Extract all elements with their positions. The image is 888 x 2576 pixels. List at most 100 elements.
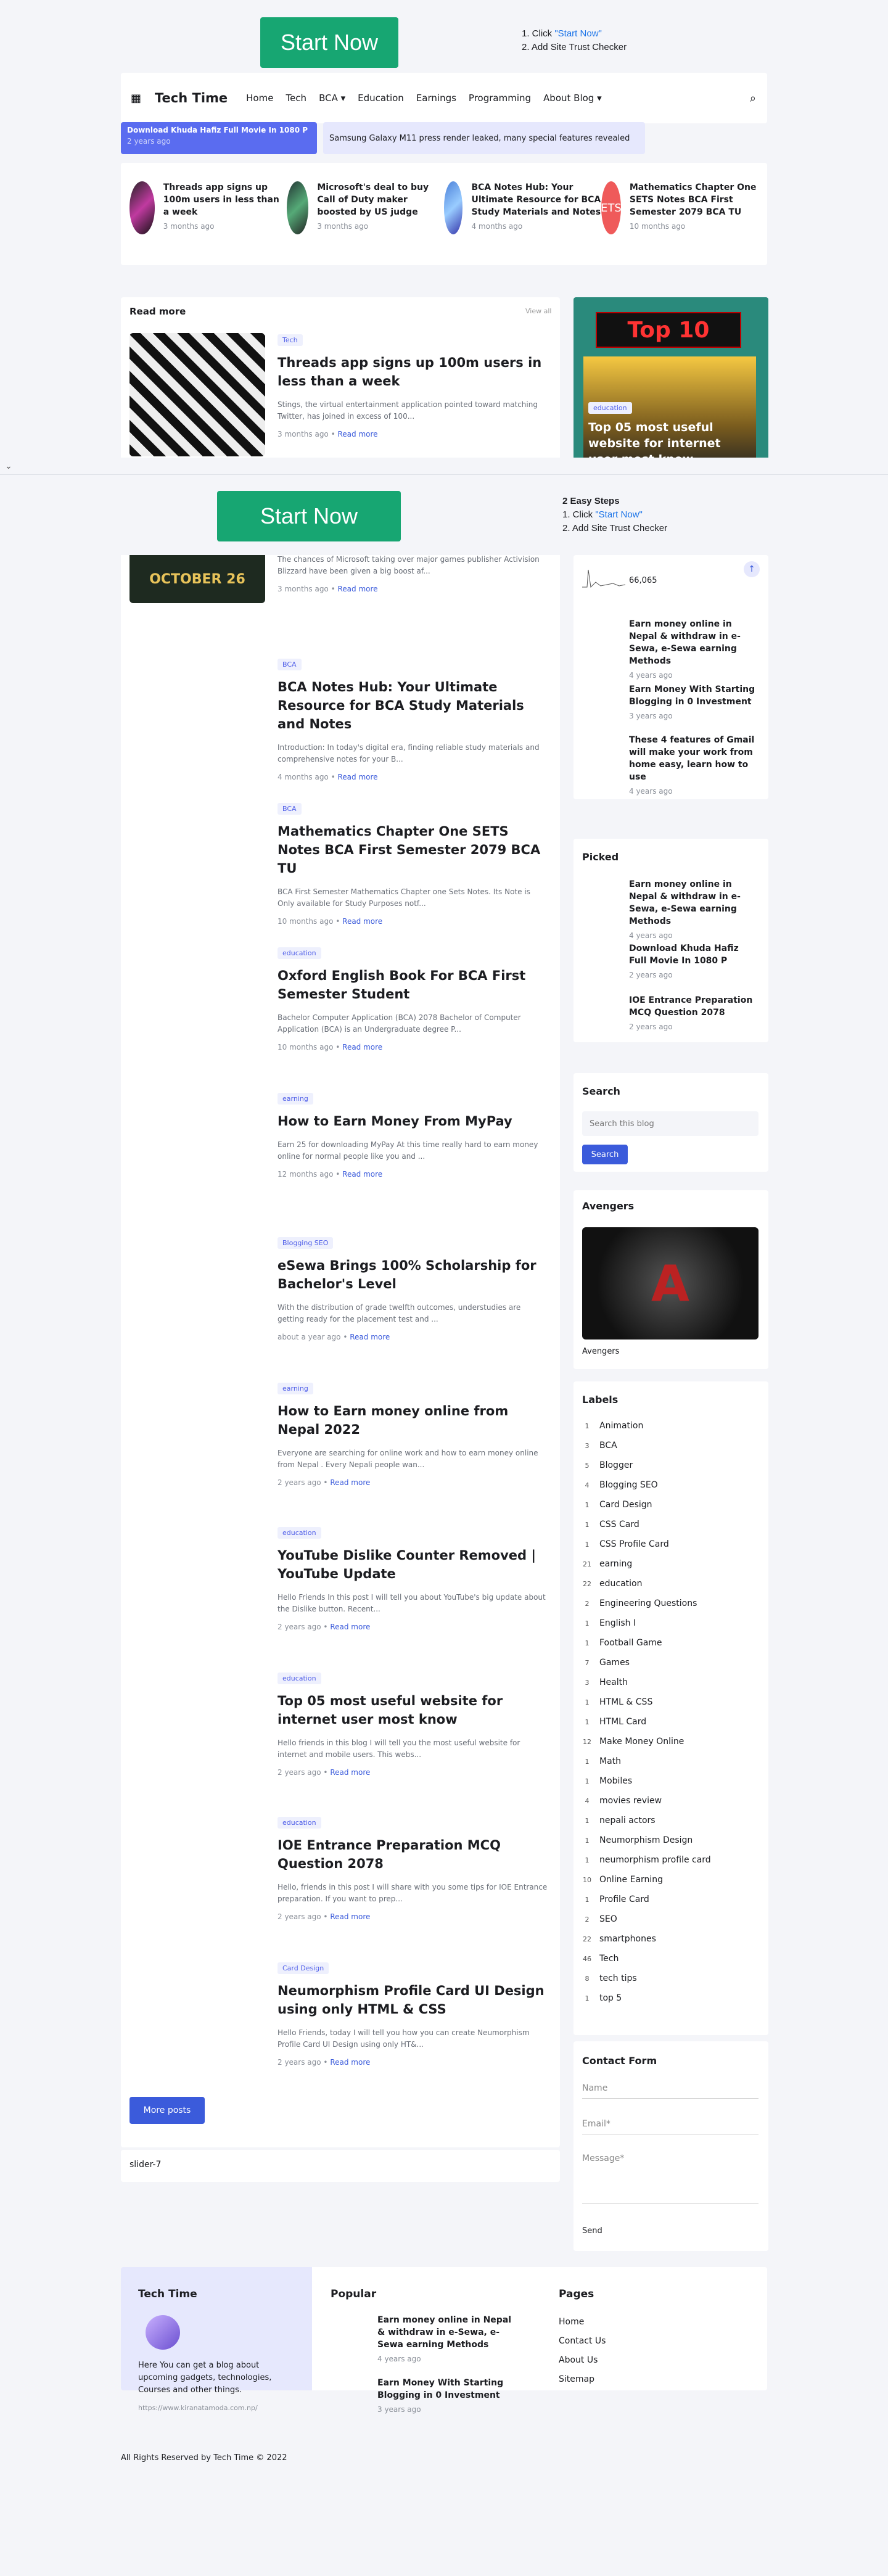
post-tag[interactable]: education bbox=[278, 1527, 321, 1539]
label-name[interactable]: Blogger bbox=[599, 1460, 633, 1470]
label-name[interactable]: Engineering Questions bbox=[599, 1599, 697, 1608]
read-more-link[interactable]: Read more bbox=[338, 585, 378, 593]
post-tag[interactable]: education bbox=[278, 947, 321, 959]
label-name[interactable]: CSS Profile Card bbox=[599, 1539, 669, 1549]
footer-popular-item[interactable]: Earn money online in Nepal & withdraw in… bbox=[377, 2314, 513, 2363]
label-item[interactable]: 1 nepali actors bbox=[582, 1811, 711, 1830]
label-name[interactable]: nepali actors bbox=[599, 1816, 656, 1825]
label-item[interactable]: 12 Make Money Online bbox=[582, 1732, 711, 1751]
menu-item-bca[interactable]: BCA ▾ bbox=[319, 93, 345, 104]
label-name[interactable]: tech tips bbox=[599, 1973, 637, 1983]
footer-url[interactable]: https://www.kiranatamoda.com.np/ bbox=[138, 2404, 258, 2412]
search-button[interactable]: Search bbox=[582, 1145, 628, 1164]
read-more-link[interactable]: Read more bbox=[338, 430, 378, 438]
label-name[interactable]: Animation bbox=[599, 1421, 643, 1431]
post-thumbnail[interactable]: OCTOBER 26 bbox=[130, 555, 265, 603]
post-title[interactable]: IOE Entrance Preparation MCQ Question 20… bbox=[278, 1836, 549, 1873]
label-item[interactable]: 1 CSS Profile Card bbox=[582, 1534, 711, 1554]
post-tag[interactable]: BCA bbox=[278, 803, 302, 815]
label-item[interactable]: 7 Games bbox=[582, 1653, 711, 1673]
post-title[interactable]: Threads app signs up 100m users in less … bbox=[278, 353, 549, 390]
label-item[interactable]: 1 HTML & CSS bbox=[582, 1692, 711, 1712]
menu-item-education[interactable]: Education bbox=[358, 93, 404, 104]
post-title[interactable]: Neumorphism Profile Card UI Design using… bbox=[278, 1981, 549, 2018]
label-name[interactable]: HTML Card bbox=[599, 1717, 646, 1727]
label-name[interactable]: Math bbox=[599, 1756, 621, 1766]
label-item[interactable]: 22 education bbox=[582, 1574, 711, 1594]
featured-item[interactable]: BCA Notes Hub: Your Ultimate Resource fo… bbox=[444, 181, 601, 247]
picked-item[interactable]: Earn money online in Nepal & withdraw in… bbox=[629, 878, 758, 940]
read-more-link[interactable]: Read more bbox=[342, 917, 382, 926]
popular-item[interactable]: Earn Money With Starting Blogging in 0 I… bbox=[629, 683, 758, 720]
search-input[interactable] bbox=[582, 1111, 758, 1136]
read-more-link[interactable]: Read more bbox=[330, 1912, 370, 1921]
hero-tag[interactable]: education bbox=[588, 402, 632, 414]
label-item[interactable]: 8 tech tips bbox=[582, 1969, 711, 1988]
footer-link-sitemap[interactable]: Sitemap bbox=[559, 2370, 606, 2389]
post-title[interactable]: How to Earn money online from Nepal 2022 bbox=[278, 1402, 549, 1439]
footer-link-contact[interactable]: Contact Us bbox=[559, 2332, 606, 2351]
label-item[interactable]: 1 Neumorphism Design bbox=[582, 1830, 711, 1850]
read-more-link[interactable]: Read more bbox=[330, 1478, 370, 1487]
label-item[interactable]: 1 CSS Card bbox=[582, 1515, 711, 1534]
label-item[interactable]: 4 Blogging SEO bbox=[582, 1475, 711, 1495]
label-item[interactable]: 5 Blogger bbox=[582, 1455, 711, 1475]
read-more-link[interactable]: Read more bbox=[330, 2058, 370, 2067]
read-more-link[interactable]: Read more bbox=[330, 1623, 370, 1631]
label-item[interactable]: 1 Math bbox=[582, 1751, 711, 1771]
footer-popular-item[interactable]: Earn Money With Starting Blogging in 0 I… bbox=[377, 2377, 513, 2414]
label-name[interactable]: smartphones bbox=[599, 1934, 656, 1944]
label-name[interactable]: Health bbox=[599, 1677, 628, 1687]
label-name[interactable]: Profile Card bbox=[599, 1895, 649, 1904]
read-more-link[interactable]: Read more bbox=[338, 773, 378, 781]
label-item[interactable]: 2 Engineering Questions bbox=[582, 1594, 711, 1613]
featured-item[interactable]: ETS Mathematics Chapter One SETS Notes B… bbox=[601, 181, 758, 247]
label-item[interactable]: 1 English I bbox=[582, 1613, 711, 1633]
menu-item-home[interactable]: Home bbox=[246, 93, 273, 104]
site-logo[interactable]: Tech Time bbox=[155, 91, 228, 105]
info-icon[interactable]: ↑ bbox=[744, 561, 760, 577]
popular-item[interactable]: Earn money online in Nepal & withdraw in… bbox=[629, 618, 758, 680]
read-more-link[interactable]: Read more bbox=[330, 1768, 370, 1777]
label-name[interactable]: Games bbox=[599, 1658, 630, 1668]
label-item[interactable]: 1 Football Game bbox=[582, 1633, 711, 1653]
label-item[interactable]: 21 earning bbox=[582, 1554, 711, 1574]
avengers-image[interactable]: A bbox=[582, 1227, 758, 1339]
label-name[interactable]: Card Design bbox=[599, 1500, 652, 1510]
label-item[interactable]: 1 Card Design bbox=[582, 1495, 711, 1515]
label-name[interactable]: CSS Card bbox=[599, 1520, 639, 1529]
label-item[interactable]: 1 Animation bbox=[582, 1416, 711, 1436]
post-title[interactable]: BCA Notes Hub: Your Ultimate Resource fo… bbox=[278, 678, 549, 733]
label-item[interactable]: 3 Health bbox=[582, 1673, 711, 1692]
label-name[interactable]: HTML & CSS bbox=[599, 1697, 652, 1707]
label-item[interactable]: 1 Mobiles bbox=[582, 1771, 711, 1791]
post-title[interactable]: Mathematics Chapter One SETS Notes BCA F… bbox=[278, 822, 549, 878]
view-all-link[interactable]: View all bbox=[525, 307, 551, 315]
label-item[interactable]: 1 top 5 bbox=[582, 1988, 711, 2008]
ticker-item[interactable]: Samsung Galaxy M11 press render leaked, … bbox=[323, 122, 645, 154]
label-name[interactable]: SEO bbox=[599, 1914, 617, 1924]
send-button[interactable]: Send bbox=[582, 2226, 602, 2236]
start-now-button[interactable]: Start Now bbox=[260, 17, 398, 68]
read-more-link[interactable]: Read more bbox=[342, 1170, 382, 1179]
label-name[interactable]: Football Game bbox=[599, 1638, 662, 1648]
menu-item-earnings[interactable]: Earnings bbox=[416, 93, 456, 104]
start-now-button-2[interactable]: Start Now bbox=[217, 491, 401, 541]
post-tag[interactable]: earning bbox=[278, 1093, 313, 1105]
post-tag[interactable]: Tech bbox=[278, 334, 303, 346]
step1-link[interactable]: "Start Now" bbox=[554, 28, 602, 39]
grid-icon[interactable]: ▦ bbox=[131, 92, 141, 105]
chevron-down-icon[interactable]: ⌄ bbox=[5, 461, 12, 471]
label-item[interactable]: 10 Online Earning bbox=[582, 1870, 711, 1890]
post-title[interactable]: YouTube Dislike Counter Removed | YouTub… bbox=[278, 1546, 549, 1583]
post-tag[interactable]: earning bbox=[278, 1383, 313, 1394]
post-title[interactable]: Oxford English Book For BCA First Semest… bbox=[278, 966, 549, 1003]
featured-item[interactable]: Microsoft's deal to buy Call of Duty mak… bbox=[287, 181, 444, 247]
label-item[interactable]: 1 Profile Card bbox=[582, 1890, 711, 1909]
read-more-link[interactable]: Read more bbox=[350, 1333, 390, 1341]
label-name[interactable]: Make Money Online bbox=[599, 1737, 684, 1747]
post-tag[interactable]: Blogging SEO bbox=[278, 1237, 334, 1249]
hero-side-card[interactable]: Top 10 education Top 05 most useful webs… bbox=[574, 297, 768, 474]
post-tag[interactable]: education bbox=[278, 1673, 321, 1684]
email-field[interactable]: Email* bbox=[582, 2114, 758, 2134]
